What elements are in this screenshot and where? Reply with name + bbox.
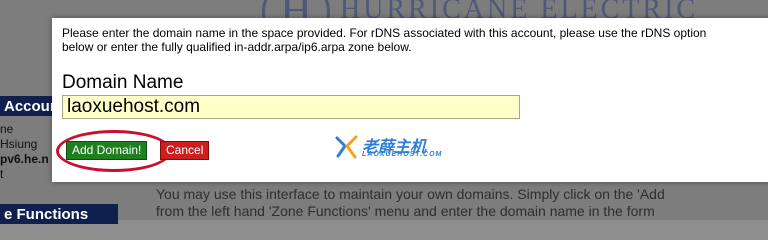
watermark: 老薛主机 LAOXUEHOST.COM (334, 134, 441, 165)
account-info-line: pv6.he.n (0, 152, 49, 166)
intro-text-line: from the left hand 'Zone Functions' menu… (156, 203, 655, 219)
account-info-line: Hsiung (0, 137, 38, 151)
domain-name-label: Domain Name (62, 72, 184, 93)
cancel-button[interactable]: Cancel (160, 141, 210, 160)
add-domain-button[interactable]: Add Domain! (66, 141, 148, 160)
watermark-logo-icon (335, 135, 358, 159)
account-info-line: ne (0, 122, 14, 136)
watermark-subtitle: LAOXUEHOST.COM (362, 151, 443, 158)
account-info: ne Hsiung pv6.he.n t (0, 122, 49, 182)
zone-functions-header: e Functions (0, 204, 118, 224)
dialog-instructions: Please enter the domain name in the spac… (62, 26, 707, 54)
intro-text-line: You may use this interface to maintain y… (156, 186, 665, 202)
account-info-line: t (0, 167, 4, 181)
domain-name-input[interactable] (62, 95, 520, 119)
add-domain-dialog: Please enter the domain name in the spac… (52, 18, 768, 182)
intro-text: You may use this interface to maintain y… (156, 186, 768, 220)
